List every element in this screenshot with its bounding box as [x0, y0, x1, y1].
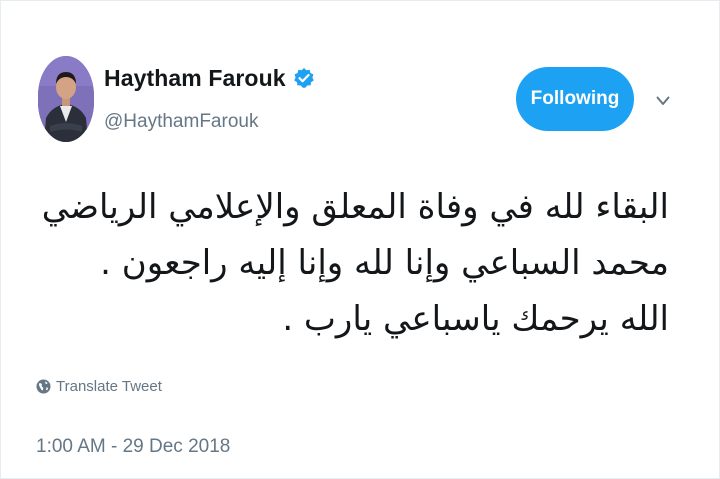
globe-icon	[36, 379, 51, 394]
author-name-row: Haytham Farouk	[104, 63, 315, 93]
tweet-text-line: الله يرحمك ياسباعي يارب .	[282, 299, 669, 339]
author-handle[interactable]: @HaythamFarouk	[104, 111, 258, 133]
chevron-down-icon[interactable]	[656, 93, 670, 105]
tweet-timestamp[interactable]: 1:00 AM - 29 Dec 2018	[36, 436, 230, 458]
avatar[interactable]	[38, 56, 94, 142]
tweet-card: Haytham Farouk @HaythamFarouk Following …	[0, 0, 720, 479]
tweet-text: البقاء لله في وفاة المعلق والإعلامي الري…	[41, 179, 669, 347]
tweet-text-line: محمد السباعي وإنا لله وإنا إليه راجعون .	[100, 243, 669, 283]
avatar-photo	[38, 56, 94, 142]
verified-badge-icon	[293, 67, 315, 89]
translate-tweet-link[interactable]: Translate Tweet	[36, 378, 162, 395]
tweet-text-line: البقاء لله في وفاة المعلق والإعلامي الري…	[41, 187, 669, 227]
author-display-name[interactable]: Haytham Farouk	[104, 65, 286, 92]
translate-tweet-label: Translate Tweet	[56, 378, 162, 395]
following-button[interactable]: Following	[516, 67, 634, 131]
